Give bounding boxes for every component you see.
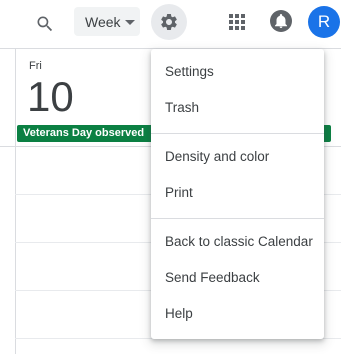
day-column-border	[15, 48, 16, 354]
apps-grid-icon	[229, 14, 245, 30]
search-icon	[37, 16, 53, 32]
apps-button[interactable]	[225, 10, 249, 34]
settings-button[interactable]	[151, 4, 187, 40]
menu-divider	[151, 133, 324, 134]
menu-item-back-to-classic[interactable]: Back to classic Calendar	[151, 224, 324, 260]
menu-item-settings[interactable]: Settings	[151, 54, 324, 90]
notifications-icon	[275, 14, 287, 28]
view-selector-label: Week	[85, 14, 121, 30]
menu-item-send-feedback[interactable]: Send Feedback	[151, 260, 324, 296]
menu-item-help[interactable]: Help	[151, 296, 324, 332]
account-avatar[interactable]: R	[308, 6, 340, 38]
notifications-button[interactable]	[270, 10, 292, 32]
menu-item-print[interactable]: Print	[151, 175, 324, 211]
search-button[interactable]	[31, 10, 59, 38]
gear-icon	[161, 13, 177, 30]
menu-item-trash[interactable]: Trash	[151, 90, 324, 126]
settings-menu: Settings Trash Density and color Print B…	[151, 49, 324, 339]
top-bar: Week R	[0, 0, 341, 48]
caret-down-icon	[125, 20, 135, 25]
menu-item-density-and-color[interactable]: Density and color	[151, 139, 324, 175]
day-number[interactable]: 10	[27, 74, 74, 120]
day-name: Fri	[29, 60, 42, 72]
menu-divider	[151, 218, 324, 219]
view-selector[interactable]: Week	[74, 7, 140, 36]
